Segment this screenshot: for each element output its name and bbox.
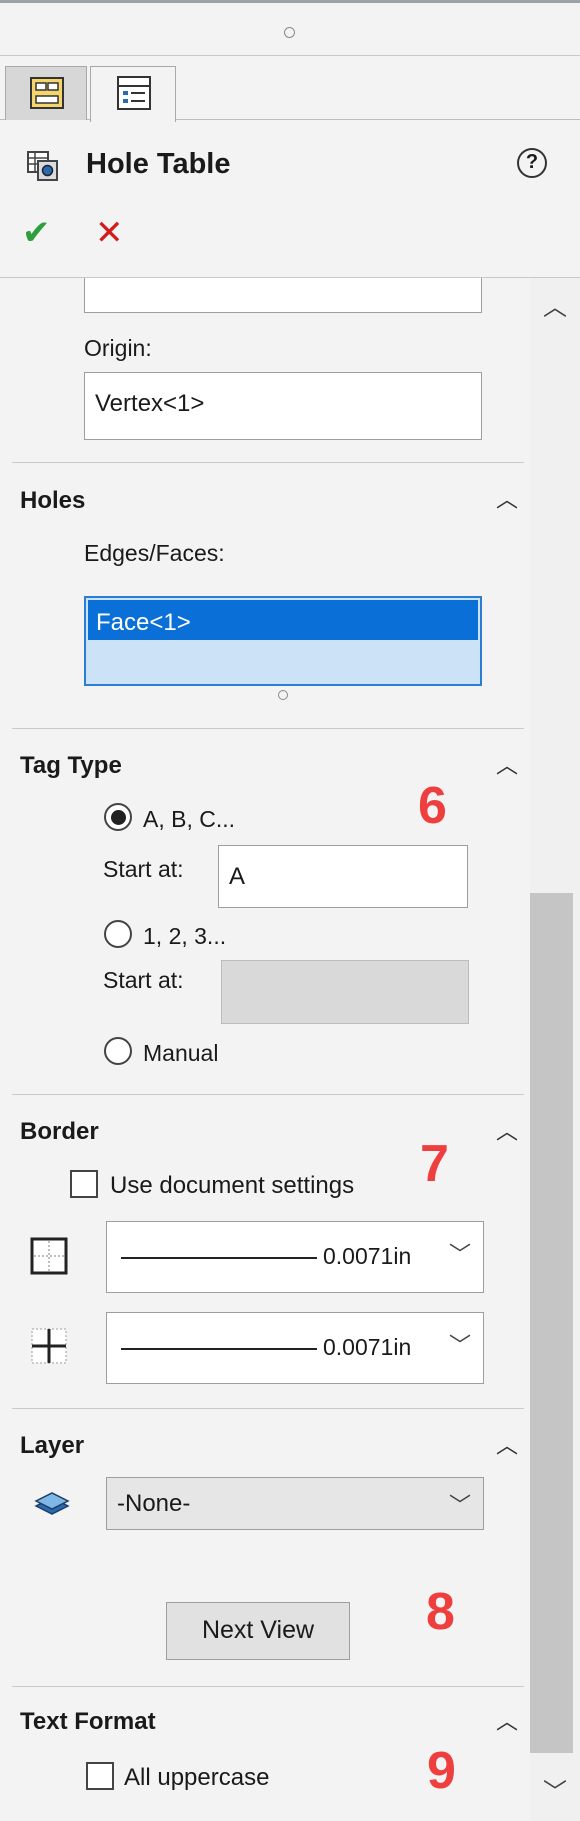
chevron-down-icon: ﹀ — [448, 1333, 471, 1358]
divider — [12, 462, 524, 463]
tag-type-section-title: Tag Type — [20, 752, 122, 779]
holes-section-title: Holes — [20, 487, 86, 514]
collapse-text-format-icon[interactable]: ︿ — [496, 1704, 518, 1736]
use-document-settings-label: Use document settings — [110, 1172, 355, 1199]
all-uppercase-checkbox[interactable] — [86, 1762, 114, 1790]
feature-tree-icon — [30, 77, 64, 109]
scrollbar-thumb[interactable] — [530, 893, 573, 1753]
use-document-settings-checkbox[interactable] — [70, 1170, 98, 1198]
start-at-letters-field[interactable]: A — [218, 845, 468, 908]
layer-icon — [34, 1492, 70, 1515]
tab-property-manager[interactable] — [90, 66, 176, 122]
previous-field[interactable] — [84, 278, 482, 313]
divider — [12, 1094, 524, 1095]
next-view-button[interactable]: Next View — [166, 1602, 350, 1660]
tag-numbers-radio[interactable] — [104, 920, 132, 948]
inner-border-icon — [31, 1328, 67, 1364]
title-row: Hole Table — [0, 120, 580, 206]
tag-manual-radio[interactable] — [104, 1037, 132, 1065]
callout-number: 7 — [420, 1135, 449, 1193]
chevron-down-icon: ﹀ — [448, 1242, 471, 1267]
outer-border-thickness-select[interactable]: 0.0071in ﹀ — [106, 1221, 484, 1293]
divider — [12, 1408, 524, 1409]
collapse-layer-icon[interactable]: ︿ — [496, 1428, 518, 1460]
origin-label: Origin: — [84, 335, 152, 361]
scroll-up-icon[interactable]: ︿ — [530, 290, 580, 326]
cancel-button[interactable]: ✕ — [95, 213, 124, 253]
inner-border-thickness-select[interactable]: 0.0071in ﹀ — [106, 1312, 484, 1384]
chevron-down-icon: ﹀ — [448, 1493, 471, 1518]
callout-number: 9 — [427, 1742, 456, 1800]
collapse-holes-icon[interactable]: ︿ — [496, 482, 518, 514]
edges-faces-label: Edges/Faces: — [84, 540, 225, 566]
layer-select[interactable]: -None- ﹀ — [106, 1477, 484, 1530]
tag-letters-radio[interactable] — [104, 803, 132, 831]
outer-border-icon — [30, 1237, 68, 1275]
inner-border-thickness-value: 0.0071in — [323, 1334, 412, 1360]
start-at-label: Start at: — [103, 967, 184, 993]
start-at-label: Start at: — [103, 856, 184, 882]
all-uppercase-label: All uppercase — [124, 1764, 270, 1791]
text-format-section-title: Text Format — [20, 1708, 156, 1735]
top-bar — [0, 0, 580, 56]
panel-tabs — [0, 56, 580, 122]
outer-border-thickness-value: 0.0071in — [323, 1243, 412, 1269]
hole-table-icon — [27, 151, 58, 181]
collapse-tag-type-icon[interactable]: ︿ — [496, 748, 518, 780]
tag-letters-label: A, B, C... — [143, 806, 236, 832]
tag-manual-label: Manual — [143, 1040, 219, 1066]
list-item[interactable]: Face<1> — [88, 600, 478, 640]
tab-feature-manager[interactable] — [5, 66, 87, 120]
ok-button[interactable]: ✔ — [22, 213, 51, 253]
edges-faces-list[interactable]: Face<1> — [84, 596, 482, 686]
divider — [12, 728, 524, 729]
property-list-icon — [117, 76, 151, 110]
origin-field[interactable]: Vertex<1> — [84, 372, 482, 440]
drag-handle-icon[interactable] — [284, 27, 295, 38]
page-title: Hole Table — [86, 148, 231, 180]
help-icon[interactable]: ? — [517, 148, 547, 178]
callout-number: 6 — [418, 777, 447, 835]
tag-numbers-label: 1, 2, 3... — [143, 923, 227, 949]
border-section-title: Border — [20, 1118, 99, 1145]
start-at-numbers-field — [221, 960, 469, 1024]
scroll-down-icon[interactable]: ﹀ — [530, 1775, 580, 1811]
divider — [12, 1686, 524, 1687]
layer-select-value: -None- — [117, 1490, 191, 1517]
callout-number: 8 — [426, 1583, 455, 1641]
collapse-border-icon[interactable]: ︿ — [496, 1114, 518, 1146]
list-resize-handle-icon[interactable] — [278, 690, 288, 700]
layer-section-title: Layer — [20, 1432, 85, 1459]
